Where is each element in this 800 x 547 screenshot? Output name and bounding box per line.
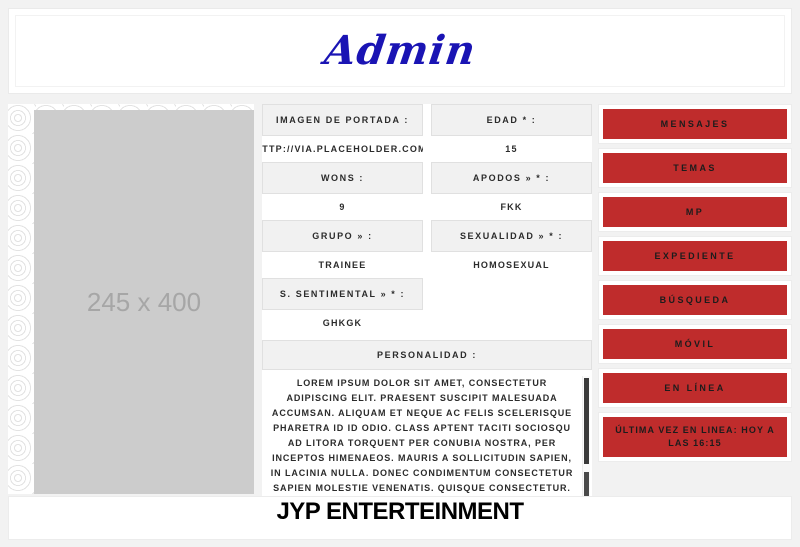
header-inner-frame: Admin [15, 15, 785, 87]
sidebar: MENSAJES TEMAS MP EXPEDIENTE BÚSQUEDA MÓVIL EN… [598, 104, 792, 490]
field-row: S. SENTIMENTAL » * : GHKGK [262, 278, 592, 336]
field-row: WONS : 9 APODOS » * : FKK [262, 162, 592, 220]
profile-field: WONS : 9 [262, 162, 423, 220]
sidebar-slot: TEMAS [598, 148, 792, 188]
field-label: GRUPO » : [262, 220, 423, 252]
profile-field: EDAD * : 15 [431, 104, 592, 162]
sidebar-button-en-l-nea[interactable]: EN LÍNEA [603, 373, 787, 403]
profile-field: SEXUALIDAD » * : HOMOSEXUAL [431, 220, 592, 278]
sidebar-button-mp[interactable]: MP [603, 197, 787, 227]
field-value: HTTP://VIA.PLACEHOLDER.COM/ [262, 144, 423, 154]
sidebar-slot: MÓVIL [598, 324, 792, 364]
sidebar-button-expediente[interactable]: EXPEDIENTE [603, 241, 787, 271]
sidebar-slot: MENSAJES [598, 104, 792, 144]
sidebar-button-m-vil[interactable]: MÓVIL [603, 329, 787, 359]
field-value: 15 [505, 144, 518, 154]
profile-fields-panel: IMAGEN DE PORTADA : HTTP://VIA.PLACEHOLDE… [262, 104, 592, 540]
personality-label: PERSONALIDAD : [262, 340, 592, 370]
field-value: HOMOSEXUAL [473, 260, 550, 270]
profile-field-empty [431, 278, 592, 336]
field-value: GHKGK [322, 318, 363, 328]
sidebar-button-mensajes[interactable]: MENSAJES [603, 109, 787, 139]
field-label: SEXUALIDAD » * : [431, 220, 592, 252]
profile-field: APODOS » * : FKK [431, 162, 592, 220]
field-label: WONS : [262, 162, 423, 194]
sidebar-slot: ÚLTIMA VEZ EN LINEA: HOY A LAS 16:15 [598, 412, 792, 462]
page-title: Admin [321, 27, 479, 74]
field-label: IMAGEN DE PORTADA : [262, 104, 423, 136]
sidebar-slot: EN LÍNEA [598, 368, 792, 408]
bottom-bar [8, 496, 792, 540]
field-label: EDAD * : [431, 104, 592, 136]
field-value [431, 278, 592, 304]
sidebar-button-temas[interactable]: TEMAS [603, 153, 787, 183]
profile-field: GRUPO » : TRAINEE [262, 220, 423, 278]
avatar[interactable]: 245 x 400 [34, 110, 254, 494]
field-row: IMAGEN DE PORTADA : HTTP://VIA.PLACEHOLDE… [262, 104, 592, 162]
field-rows: IMAGEN DE PORTADA : HTTP://VIA.PLACEHOLDE… [262, 104, 592, 336]
field-value: TRAINEE [318, 260, 367, 270]
profile-field: S. SENTIMENTAL » * : GHKGK [262, 278, 423, 336]
profile-field: IMAGEN DE PORTADA : HTTP://VIA.PLACEHOLDE… [262, 104, 423, 162]
avatar-size-label: 245 x 400 [86, 286, 202, 317]
header-bar: Admin [8, 8, 792, 94]
field-row: GRUPO » : TRAINEE SEXUALIDAD » * : HOMOSEXU… [262, 220, 592, 278]
avatar-column: 245 x 400 [8, 104, 254, 494]
sidebar-button-ltima-vez-en-linea-hoy-a-las-16-15[interactable]: ÚLTIMA VEZ EN LINEA: HOY A LAS 16:15 [603, 417, 787, 457]
sidebar-slot: EXPEDIENTE [598, 236, 792, 276]
sidebar-slot: BÚSQUEDA [598, 280, 792, 320]
field-label: APODOS » * : [431, 162, 592, 194]
sidebar-slot: MP [598, 192, 792, 232]
field-label: S. SENTIMENTAL » * : [262, 278, 423, 310]
scrollbar-thumb[interactable] [584, 378, 589, 464]
sidebar-button-b-squeda[interactable]: BÚSQUEDA [603, 285, 787, 315]
field-value: FKK [500, 202, 523, 212]
field-value: 9 [339, 202, 346, 212]
